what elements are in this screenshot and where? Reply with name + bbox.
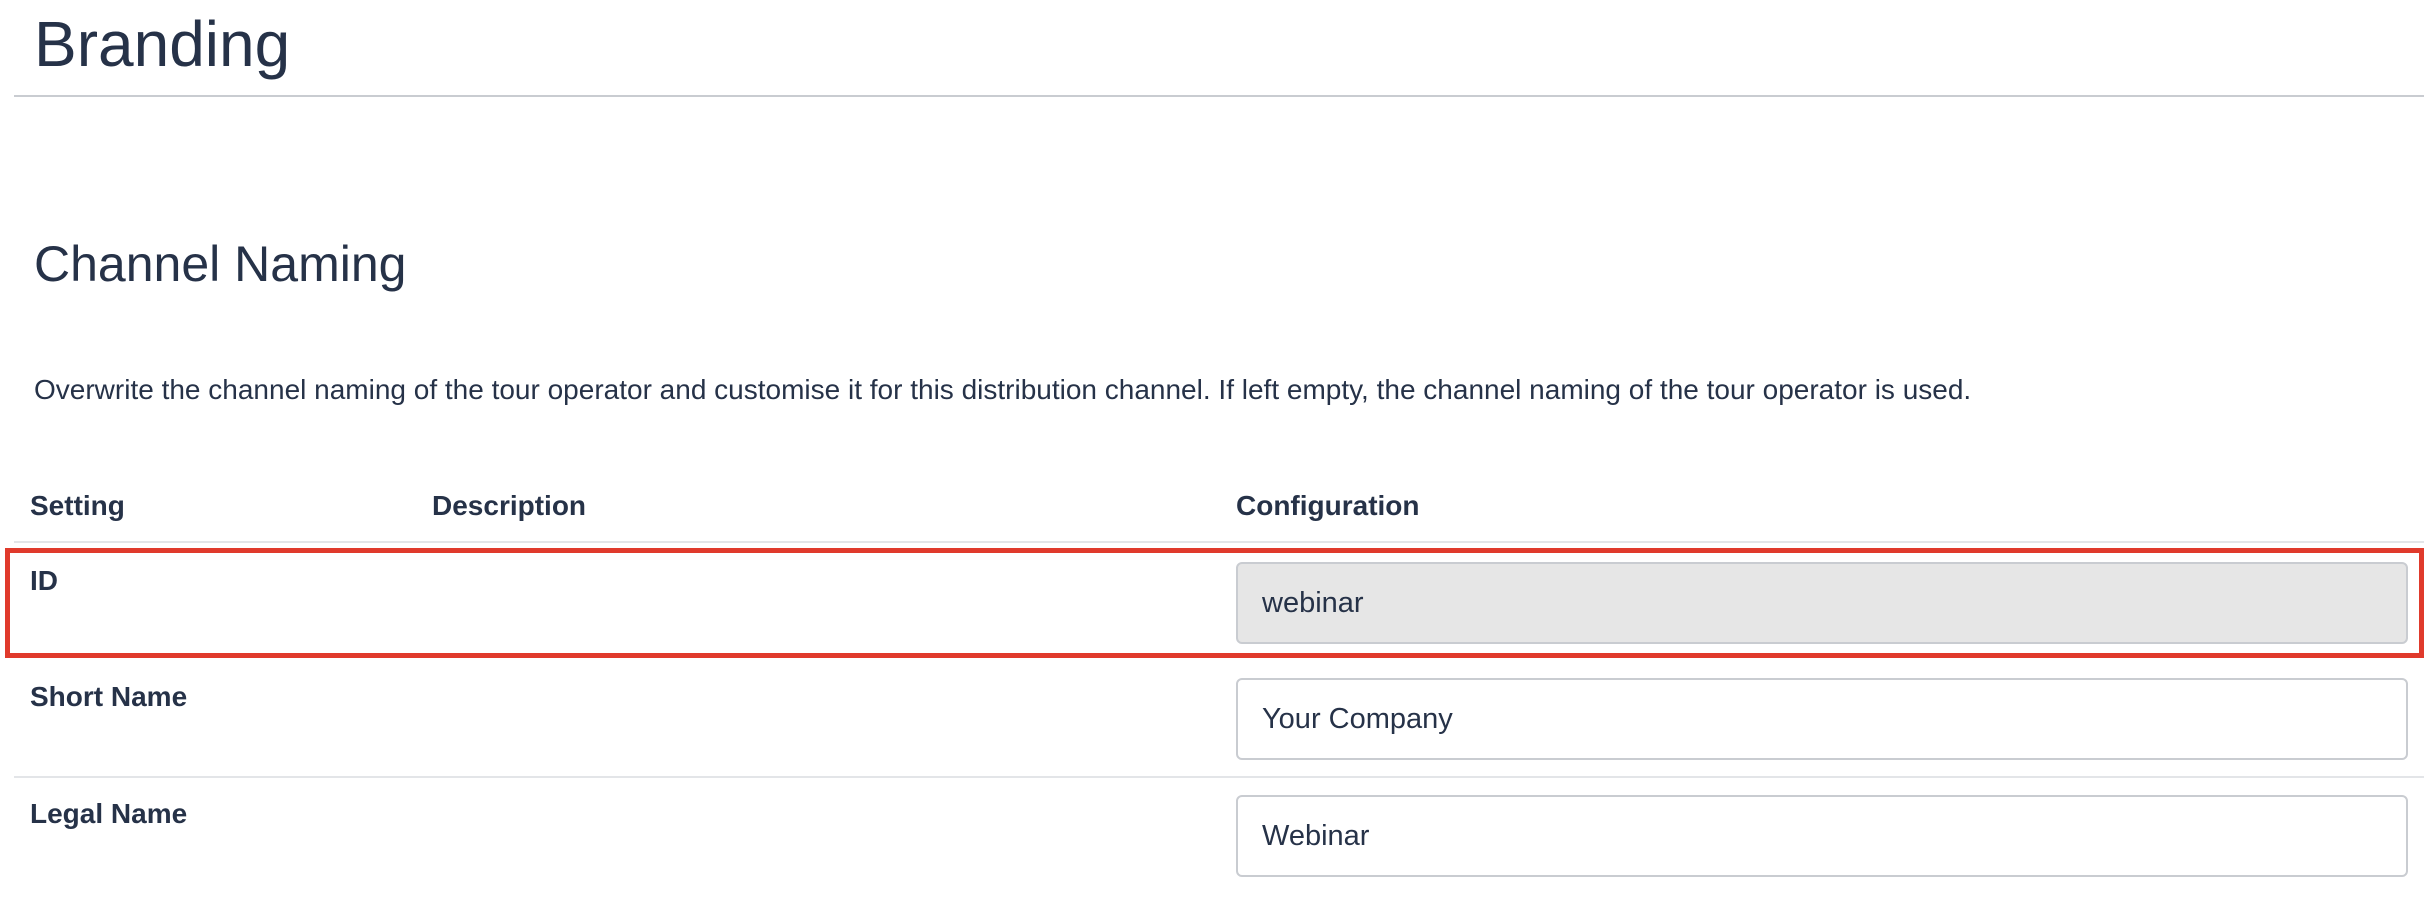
row-label-short-name: Short Name [30, 681, 188, 712]
column-header-configuration: Configuration [1236, 490, 1420, 521]
id-field[interactable] [1236, 562, 2408, 644]
legal-name-field[interactable] [1236, 795, 2408, 877]
row-divider [14, 776, 2424, 778]
row-label-id: ID [30, 565, 58, 596]
row-label-legal-name: Legal Name [30, 798, 188, 829]
header-divider [14, 541, 2424, 543]
short-name-field[interactable] [1236, 678, 2408, 760]
section-description: Overwrite the channel naming of the tour… [34, 374, 1972, 405]
column-header-setting: Setting [30, 490, 125, 521]
title-divider [14, 95, 2424, 97]
column-header-description: Description [432, 490, 587, 521]
section-title: Channel Naming [34, 236, 407, 292]
page-title: Branding [34, 8, 291, 80]
